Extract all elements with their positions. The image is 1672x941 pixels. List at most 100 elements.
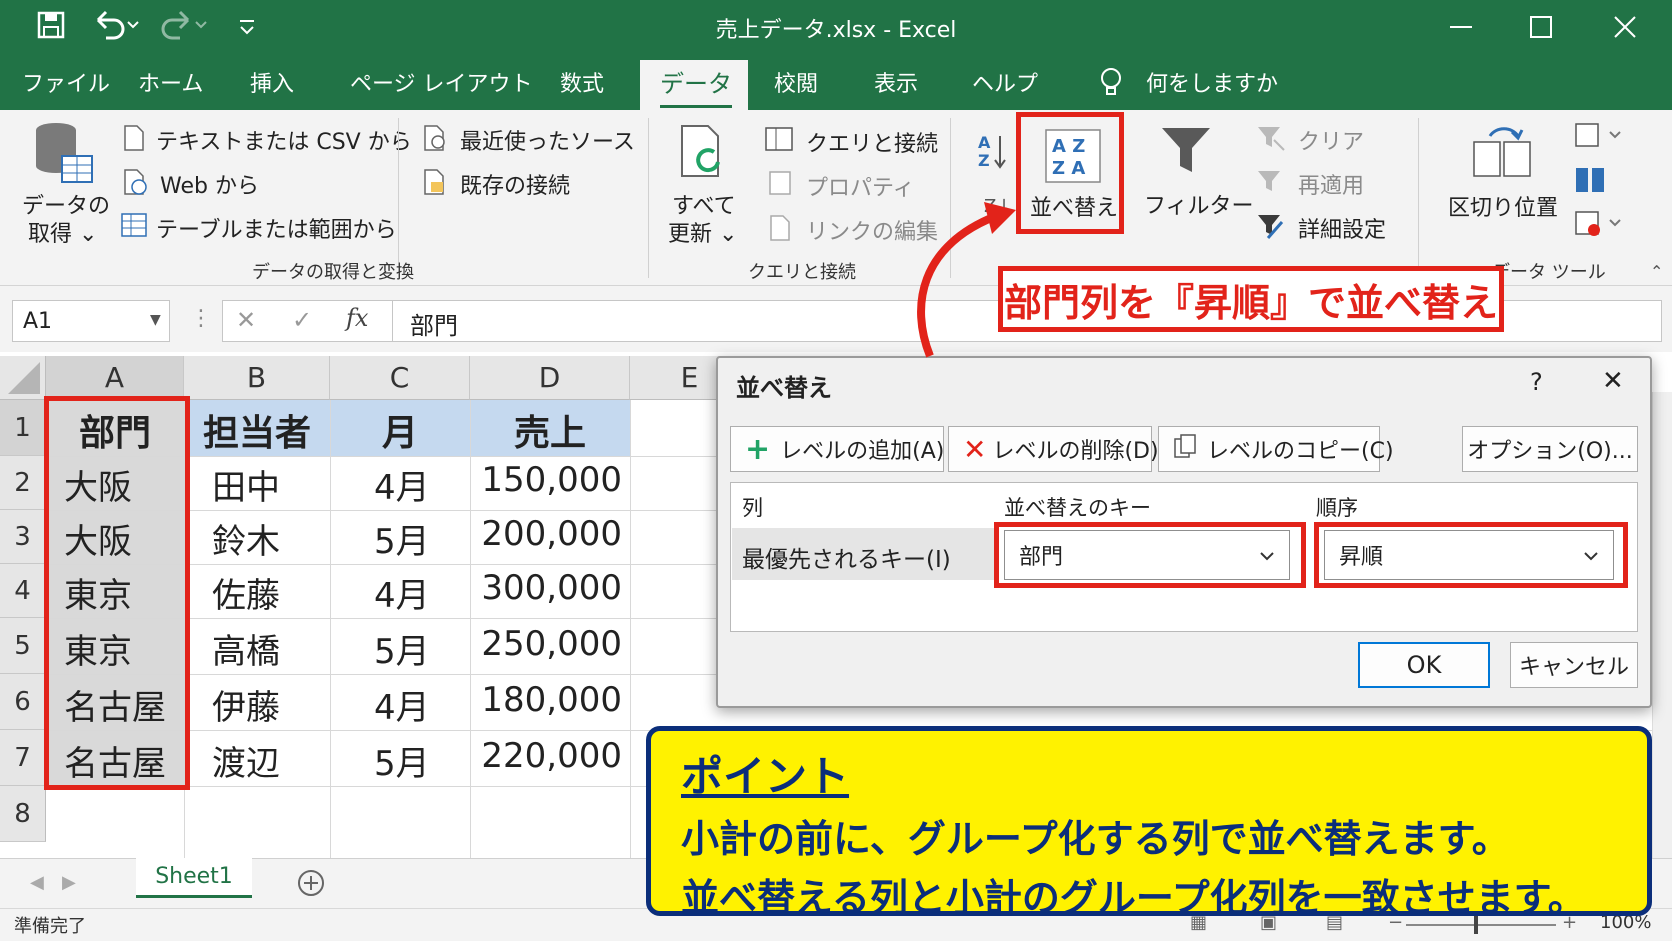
ribbon-separator: [398, 118, 399, 278]
cell-month[interactable]: 4月: [374, 568, 430, 617]
point-title: ポイント: [681, 752, 850, 801]
cell-month[interactable]: 5月: [374, 736, 430, 785]
cancel-button[interactable]: キャンセル: [1510, 642, 1638, 688]
confirm-entry-icon[interactable]: ✓: [292, 306, 312, 334]
name-box[interactable]: A1: [12, 300, 170, 342]
cell-sales[interactable]: 200,000: [470, 514, 622, 554]
remove-duplicates-icon[interactable]: [1574, 166, 1608, 198]
ok-button[interactable]: OK: [1358, 642, 1490, 688]
row-header-2[interactable]: 2: [0, 456, 46, 510]
minimize-icon[interactable]: [1446, 12, 1476, 46]
cell-sales[interactable]: 250,000: [470, 624, 622, 664]
advanced-button[interactable]: 詳細設定: [1298, 212, 1386, 244]
ribbon-separator: [1418, 118, 1419, 278]
sort-key-highlight: [994, 522, 1306, 588]
cell-sales[interactable]: 220,000: [470, 736, 622, 776]
cell-month[interactable]: 5月: [374, 514, 430, 563]
tab-review[interactable]: 校閲: [774, 66, 818, 98]
point-callout: ポイント 小計の前に、グループ化する列で並べ替えます。 並べ替える列と小計のグル…: [646, 726, 1652, 920]
insert-function-icon[interactable]: fx: [346, 304, 368, 332]
dialog-title: 並べ替え: [736, 374, 832, 402]
cancel-entry-icon[interactable]: ✕: [236, 306, 256, 334]
zoom-slider[interactable]: [1406, 924, 1556, 926]
cell-rep[interactable]: 佐藤: [212, 568, 280, 617]
recent-sources-button[interactable]: 最近使ったソース: [460, 124, 635, 156]
sort-order-highlight: [1314, 522, 1628, 588]
refresh-all-icon: [676, 122, 732, 188]
cell-sales[interactable]: 180,000: [470, 680, 622, 720]
from-text-csv-button[interactable]: テキストまたは CSV から: [156, 124, 412, 156]
tab-help[interactable]: ヘルプ: [972, 66, 1038, 98]
header-cell-month[interactable]: 月: [330, 404, 470, 456]
sort-az-icon[interactable]: AZ: [976, 132, 1008, 176]
dialog-help-button[interactable]: ?: [1530, 368, 1543, 396]
header-cell-rep[interactable]: 担当者: [184, 404, 330, 456]
add-sheet-icon[interactable]: [296, 868, 326, 902]
sort-ascending-callout: 部門列を『昇順』で並べ替え: [998, 266, 1504, 332]
tab-home[interactable]: ホーム: [138, 66, 203, 98]
flash-fill-icon[interactable]: [1574, 122, 1626, 152]
ribbon-separator: [648, 118, 649, 278]
sheet-nav-prev-icon[interactable]: ◀: [30, 872, 44, 893]
cell-rep[interactable]: 高橋: [212, 624, 280, 673]
tab-insert[interactable]: 挿入: [250, 66, 294, 98]
row-header-7[interactable]: 7: [0, 730, 46, 786]
svg-text:A: A: [978, 133, 991, 152]
copy-level-button[interactable]: レベルのコピー(C): [1158, 426, 1394, 472]
cell-month[interactable]: 4月: [374, 680, 430, 729]
properties-button[interactable]: プロパティ: [806, 170, 915, 202]
clear-button[interactable]: クリア: [1298, 124, 1364, 156]
add-level-button[interactable]: + レベルの追加(A): [730, 426, 944, 472]
row-header-3[interactable]: 3: [0, 510, 46, 564]
tab-formulas[interactable]: 数式: [560, 66, 604, 98]
row-header-4[interactable]: 4: [0, 564, 46, 618]
tab-view[interactable]: 表示: [874, 66, 918, 98]
sort-button-highlight[interactable]: [1016, 112, 1124, 234]
cell-sales[interactable]: 300,000: [470, 568, 622, 608]
tab-data[interactable]: データ: [660, 64, 732, 108]
column-header-b[interactable]: B: [184, 356, 330, 400]
column-header-a[interactable]: A: [46, 356, 184, 400]
tab-file[interactable]: ファイル: [22, 66, 110, 98]
tab-page-layout[interactable]: ページ レイアウト: [350, 66, 533, 98]
column-header-c[interactable]: C: [330, 356, 470, 400]
get-data-label-2[interactable]: 取得 ⌄: [28, 216, 97, 248]
row-header-1[interactable]: 1: [0, 400, 46, 456]
cell-rep[interactable]: 伊藤: [212, 680, 280, 729]
name-box-dropdown-icon[interactable]: ▼: [150, 312, 161, 328]
collapse-ribbon-icon[interactable]: ⌃: [1650, 262, 1663, 281]
cell-month[interactable]: 4月: [374, 460, 430, 509]
maximize-icon[interactable]: [1526, 12, 1556, 46]
gridline: [330, 400, 331, 858]
queries-connections-button[interactable]: クエリと接続: [806, 126, 938, 158]
cell-rep[interactable]: 鈴木: [212, 514, 280, 563]
from-web-button[interactable]: Web から: [160, 168, 259, 200]
row-header-5[interactable]: 5: [0, 618, 46, 674]
sheet-nav-next-icon[interactable]: ▶: [62, 872, 76, 893]
row-header-8[interactable]: 8: [0, 786, 46, 842]
copy-level-label: レベルのコピー(C): [1207, 439, 1394, 464]
refresh-all-label-2[interactable]: 更新 ⌄: [668, 216, 737, 248]
sheet-tab-sheet1[interactable]: Sheet1: [136, 858, 252, 898]
text-to-columns-button[interactable]: 区切り位置: [1448, 190, 1558, 222]
from-table-button[interactable]: テーブルまたは範囲から: [156, 212, 397, 244]
formula-input[interactable]: 部門: [410, 306, 458, 341]
vertical-scrollbar[interactable]: [1652, 392, 1672, 862]
delete-level-button[interactable]: ✕ レベルの削除(D): [948, 426, 1159, 472]
tell-me-search[interactable]: 何をしますか: [1146, 66, 1278, 98]
close-window-icon[interactable]: [1610, 12, 1640, 46]
dialog-close-button[interactable]: ✕: [1602, 366, 1624, 396]
column-header-d[interactable]: D: [470, 356, 630, 400]
existing-connections-button[interactable]: 既存の接続: [460, 168, 570, 200]
filter-button[interactable]: フィルター: [1144, 188, 1254, 220]
cell-rep[interactable]: 渡辺: [212, 736, 280, 785]
reapply-button[interactable]: 再適用: [1298, 168, 1364, 200]
data-validation-icon[interactable]: [1574, 210, 1626, 242]
cell-month[interactable]: 5月: [374, 624, 430, 673]
row-header-6[interactable]: 6: [0, 674, 46, 730]
cell-sales[interactable]: 150,000: [470, 460, 622, 500]
select-all-corner[interactable]: [0, 356, 46, 400]
header-cell-sales[interactable]: 売上: [470, 404, 630, 456]
options-button[interactable]: オプション(O)...: [1462, 426, 1638, 472]
cell-rep[interactable]: 田中: [212, 460, 280, 509]
